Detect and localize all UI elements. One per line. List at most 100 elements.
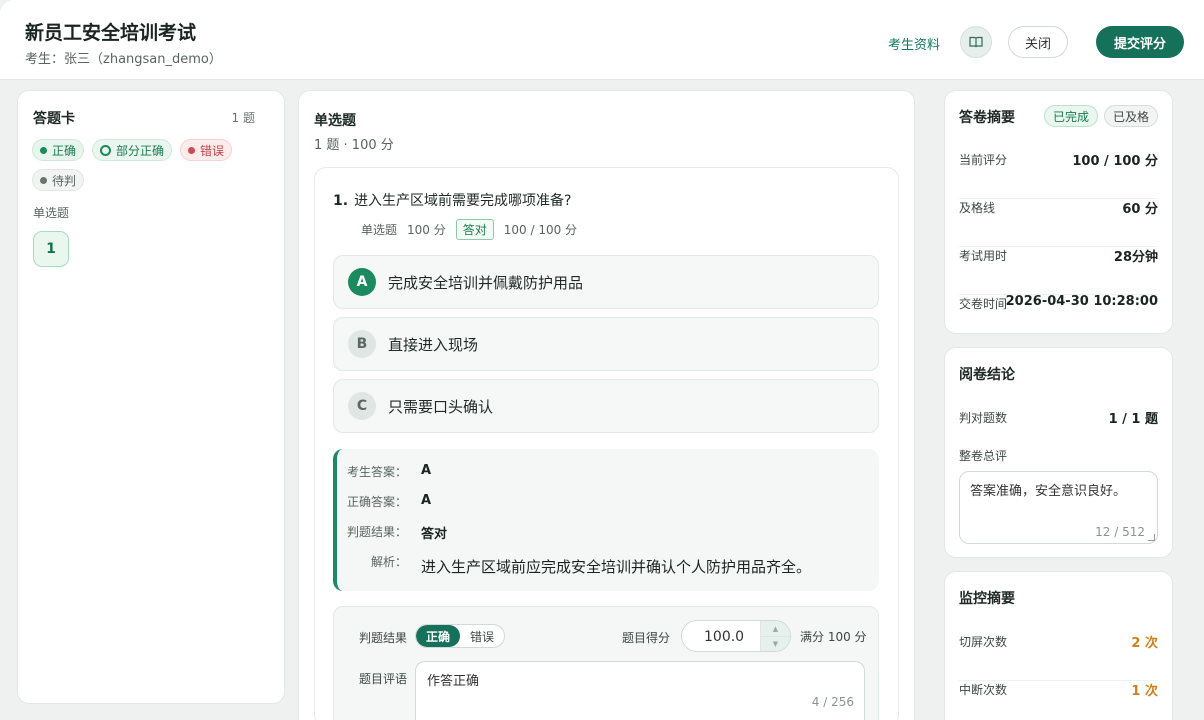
answer-sheet-title: 答题卡 — [33, 111, 75, 127]
option-text: 只需要口头确认 — [388, 397, 494, 416]
exam-title: 新员工安全培训考试 — [25, 22, 197, 44]
analysis-value: 进入生产区域前应完成安全培训并确认个人防护用品齐全。 — [421, 558, 812, 576]
monitor-card: 监控摘要 切屏次数 2 次 中断次数 1 次 — [944, 571, 1173, 720]
legend-correct: 正确 — [32, 139, 85, 161]
question-text: 进入生产区域前需要完成哪项准备? — [354, 193, 572, 209]
summary-badges: 已完成 已及格 — [1043, 105, 1158, 127]
increment-arrow-icon[interactable]: ▲ — [761, 621, 790, 636]
question-comment-textarea[interactable]: 作答正确 4 / 256 — [415, 661, 865, 720]
summary-row-duration: 考试用时 28分钟 — [959, 247, 1158, 295]
question-points: 100 分 — [407, 223, 446, 237]
status-legend: 正确 部分正确 错误 待判 — [32, 139, 272, 191]
summary-card: 答卷摘要 已完成 已及格 当前评分 100 / 100 分 及格线 60 分 考… — [944, 90, 1173, 334]
score-input[interactable]: 100.0 ▲ ▼ — [681, 620, 791, 652]
summary-row-passline: 及格线 60 分 — [959, 199, 1158, 247]
correct-count-value: 1 / 1 题 — [1108, 412, 1158, 427]
pending-dot-icon — [40, 176, 47, 184]
answer-sheet-panel: 答题卡 1 题 正确 部分正确 错误 待判 单选题 1 — [17, 90, 285, 704]
summary-value: 28分钟 — [1113, 250, 1158, 265]
resize-handle-icon[interactable] — [1148, 534, 1155, 541]
monitor-title: 监控摘要 — [959, 591, 1015, 607]
score-input-value: 100.0 — [704, 629, 745, 645]
full-score-note: 满分 100 分 — [800, 630, 867, 644]
correct-dot-icon — [40, 146, 47, 154]
mark-wrong-button[interactable]: 错误 — [460, 625, 504, 647]
legend-wrong: 错误 — [180, 139, 233, 161]
sheet-section-label: 单选题 — [33, 206, 70, 220]
analysis-label: 解析： — [370, 555, 407, 569]
question-stem: 1. 进入生产区域前需要完成哪项准备? — [333, 190, 572, 210]
option-a[interactable]: A 完成安全培训并佩戴防护用品 — [333, 255, 879, 309]
question-comment-text: 作答正确 — [427, 674, 480, 689]
score-stepper: ▲ ▼ — [760, 621, 790, 651]
legend-label: 部分正确 — [116, 143, 165, 158]
grading-panel: 判题结果 正确 错误 题目得分 100.0 ▲ ▼ 满分 100 分 题目评语 … — [333, 606, 879, 720]
summary-row-submit-time: 交卷时间 2026-04-30 10:28:00 — [959, 294, 1158, 343]
option-letter: C — [348, 392, 376, 420]
question-number: 1. — [333, 193, 349, 209]
question-panel: 单选题 1 题 · 100 分 1. 进入生产区域前需要完成哪项准备? 单选题 1… — [298, 90, 915, 720]
summary-key: 考试用时 — [959, 249, 1008, 263]
section-meta: 1 题 · 100 分 — [314, 138, 394, 153]
examinee-info: 考生：张三（zhangsan_demo） — [25, 52, 222, 67]
completed-badge: 已完成 — [1043, 105, 1098, 127]
legend-pending: 待判 — [32, 169, 85, 191]
legend-label: 正确 — [52, 143, 77, 158]
question-nav-1[interactable]: 1 — [33, 231, 69, 267]
question-comment-label: 题目评语 — [359, 672, 408, 686]
question-type: 单选题 — [361, 223, 398, 237]
wrong-dot-icon — [188, 146, 196, 154]
monitor-row-switch: 切屏次数 2 次 — [959, 633, 1158, 681]
question-comment-count: 4 / 256 — [811, 695, 854, 709]
option-letter: A — [348, 268, 376, 296]
question-card: 1. 进入生产区域前需要完成哪项准备? 单选题 100 分 答对 100 / 10… — [314, 167, 899, 720]
partial-ring-icon — [100, 144, 112, 156]
examinee-profile-link[interactable]: 考生资料 — [888, 34, 940, 53]
legend-partial: 部分正确 — [92, 139, 173, 161]
monitor-value: 2 次 — [1131, 636, 1158, 651]
student-answer-value: A — [421, 463, 432, 478]
monitor-row-interrupt: 中断次数 1 次 — [959, 681, 1158, 720]
summary-row-score: 当前评分 100 / 100 分 — [959, 151, 1158, 199]
submit-grading-button[interactable]: 提交评分 — [1096, 26, 1184, 58]
grade-result-label: 判题结果 — [359, 631, 408, 645]
book-icon-button[interactable] — [960, 26, 992, 58]
question-count: 1 题 — [231, 111, 255, 125]
monitor-value: 1 次 — [1131, 684, 1158, 699]
correct-answer-label: 正确答案： — [346, 495, 407, 509]
question-score: 100 / 100 分 — [503, 223, 578, 237]
summary-title: 答卷摘要 — [959, 110, 1015, 126]
summary-key: 及格线 — [959, 201, 996, 215]
app-window: 新员工安全培训考试 考生：张三（zhangsan_demo） 考生资料 关闭 提… — [0, 0, 1204, 720]
book-icon — [969, 36, 983, 48]
judge-result-value: 答对 — [421, 527, 448, 542]
overall-remark-count: 12 / 512 — [1095, 525, 1145, 539]
option-letter: B — [348, 330, 376, 358]
summary-value: 100 / 100 分 — [1072, 154, 1158, 169]
option-text: 直接进入现场 — [388, 335, 479, 354]
overall-remark-textarea[interactable]: 答案准确，安全意识良好。 12 / 512 — [959, 471, 1158, 544]
summary-value: 2026-04-30 10:28:00 — [1005, 294, 1158, 309]
answer-detail: 考生答案： A 正确答案： A 判题结果： 答对 解析： 进入生产区域前应完成安… — [333, 449, 879, 591]
summary-value: 60 分 — [1122, 202, 1158, 217]
legend-label: 错误 — [200, 143, 225, 158]
summary-key: 当前评分 — [959, 153, 1008, 167]
overall-remark-text: 答案准确，安全意识良好。 — [970, 484, 1127, 499]
close-button[interactable]: 关闭 — [1008, 26, 1068, 58]
question-score-label: 题目得分 — [622, 631, 671, 645]
student-answer-label: 考生答案： — [346, 465, 407, 479]
option-c[interactable]: C 只需要口头确认 — [333, 379, 879, 433]
section-title: 单选题 — [314, 113, 356, 129]
conclusion-card: 阅卷结论 判对题数 1 / 1 题 整卷总评 答案准确，安全意识良好。 12 /… — [944, 347, 1173, 558]
option-b[interactable]: B 直接进入现场 — [333, 317, 879, 371]
legend-label: 待判 — [52, 173, 77, 188]
correct-count-label: 判对题数 — [959, 411, 1008, 425]
judge-result-label: 判题结果： — [346, 525, 407, 539]
question-tags: 单选题 100 分 答对 100 / 100 分 — [361, 219, 577, 240]
overall-remark-label: 整卷总评 — [959, 449, 1008, 463]
passed-badge: 已及格 — [1103, 105, 1158, 127]
decrement-arrow-icon[interactable]: ▼ — [761, 636, 790, 651]
monitor-key: 中断次数 — [959, 683, 1008, 697]
mark-correct-button[interactable]: 正确 — [416, 625, 461, 647]
summary-key: 交卷时间 — [959, 297, 1008, 311]
